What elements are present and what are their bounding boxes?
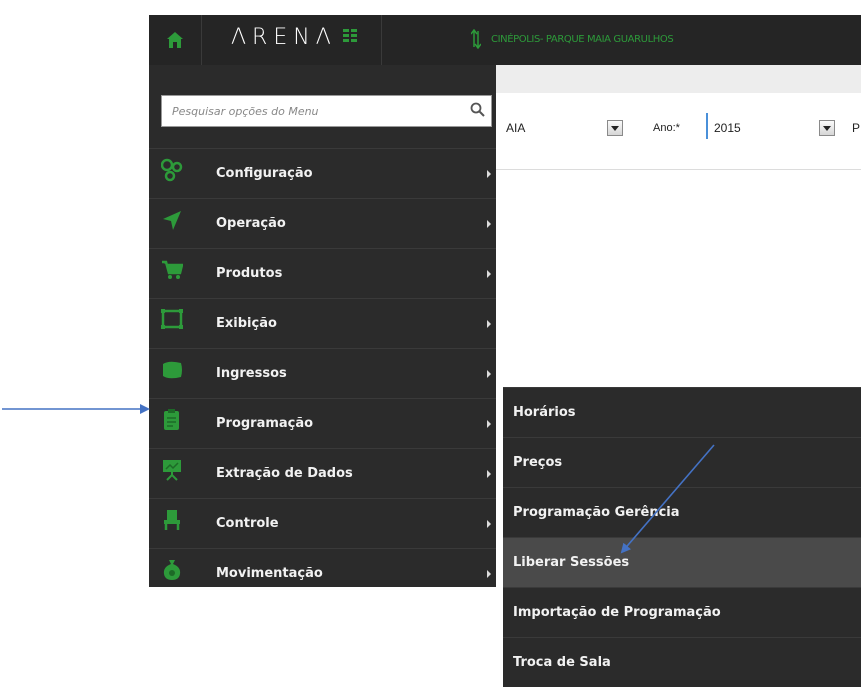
swap-arrows-icon xyxy=(471,29,481,49)
submenu-item-importacao-de-programacao[interactable]: Importação de Programação xyxy=(503,587,861,637)
top-bar: ΛRENΛ CINÉPOLIS- PARQUE MAIA GUARULHOS xyxy=(149,15,861,65)
cinema-selector[interactable]: CINÉPOLIS- PARQUE MAIA GUARULHOS xyxy=(471,29,674,49)
sidebar-menu: Configuração Operação Produtos Exib xyxy=(149,65,496,587)
cinema-name: CINÉPOLIS- PARQUE MAIA GUARULHOS xyxy=(491,33,674,45)
chevron-right-icon xyxy=(487,319,491,328)
presentation-icon xyxy=(163,460,181,481)
menu-item-label: Programação xyxy=(216,416,314,431)
filter-row: AIA Ano:* 2015 P xyxy=(496,93,861,170)
location-select-value[interactable]: AIA xyxy=(506,121,525,135)
menu-item-configuracao[interactable]: Configuração xyxy=(149,148,496,198)
clipboard-icon xyxy=(164,409,179,430)
submenu-item-programacao-gerencia[interactable]: Programação Gerência xyxy=(503,487,861,537)
submenu-item-troca-de-sala[interactable]: Troca de Sala xyxy=(503,637,861,687)
ticket-icon xyxy=(163,361,182,379)
period-label-partial: P xyxy=(852,121,861,135)
location-dropdown-button[interactable] xyxy=(607,120,623,136)
menu-item-exibicao[interactable]: Exibição xyxy=(149,298,496,348)
search-icon[interactable] xyxy=(470,102,485,117)
home-button[interactable] xyxy=(149,15,202,65)
menu-search-input[interactable] xyxy=(162,96,482,126)
chair-icon xyxy=(164,510,180,530)
submenu-item-label: Horários xyxy=(513,405,576,420)
logo-grid-icon xyxy=(343,29,357,42)
submenu-item-liberar-sessoes[interactable]: Liberar Sessões xyxy=(503,537,861,587)
chevron-right-icon xyxy=(487,169,491,178)
menu-item-programacao[interactable]: Programação xyxy=(149,398,496,448)
gears-icon xyxy=(161,158,183,182)
menu-search-box xyxy=(161,95,492,127)
menu-item-label: Controle xyxy=(216,516,279,531)
menu-item-label: Operação xyxy=(216,216,286,231)
logo-text: ΛRENΛ xyxy=(231,25,337,50)
submenu-item-label: Preços xyxy=(513,455,563,470)
submenu-item-label: Troca de Sala xyxy=(513,655,611,670)
menu-item-label: Configuração xyxy=(216,166,313,181)
submenu-item-label: Importação de Programação xyxy=(513,605,721,620)
year-select-value: 2015 xyxy=(714,121,741,135)
year-label: Ano:* xyxy=(653,122,680,134)
submenu-item-label: Programação Gerência xyxy=(513,505,680,520)
menu-item-label: Produtos xyxy=(216,266,283,281)
menu-item-ingressos[interactable]: Ingressos xyxy=(149,348,496,398)
menu-item-label: Exibição xyxy=(216,316,277,331)
submenu-item-label: Liberar Sessões xyxy=(513,555,630,570)
menu-item-controle[interactable]: Controle xyxy=(149,498,496,548)
menu-item-movimentacao[interactable]: Movimentação xyxy=(149,548,496,598)
menu-item-extracao-de-dados[interactable]: Extração de Dados xyxy=(149,448,496,498)
submenu-item-horarios[interactable]: Horários xyxy=(503,387,861,437)
main-menu: Configuração Operação Produtos Exibição … xyxy=(149,148,496,598)
chevron-right-icon xyxy=(487,469,491,478)
year-dropdown-button[interactable] xyxy=(819,120,835,136)
chevron-right-icon xyxy=(487,269,491,278)
chevron-right-icon xyxy=(487,419,491,428)
chevron-right-icon xyxy=(487,569,491,578)
menu-item-produtos[interactable]: Produtos xyxy=(149,248,496,298)
year-select[interactable]: 2015 xyxy=(706,113,798,139)
programacao-submenu: Horários Preços Programação Gerência Lib… xyxy=(503,387,861,687)
send-icon xyxy=(163,211,181,230)
submenu-item-precos[interactable]: Preços xyxy=(503,437,861,487)
chevron-right-icon xyxy=(487,519,491,528)
chevron-right-icon xyxy=(487,219,491,228)
cart-icon xyxy=(162,260,183,279)
menu-item-label: Extração de Dados xyxy=(216,466,353,481)
app-logo[interactable]: ΛRENΛ xyxy=(201,15,382,65)
screen-icon xyxy=(161,309,183,329)
money-bag-icon xyxy=(163,560,181,580)
menu-item-label: Ingressos xyxy=(216,366,287,381)
menu-item-label: Movimentação xyxy=(216,566,323,581)
chevron-right-icon xyxy=(487,369,491,378)
menu-item-operacao[interactable]: Operação xyxy=(149,198,496,248)
home-icon xyxy=(167,32,183,48)
